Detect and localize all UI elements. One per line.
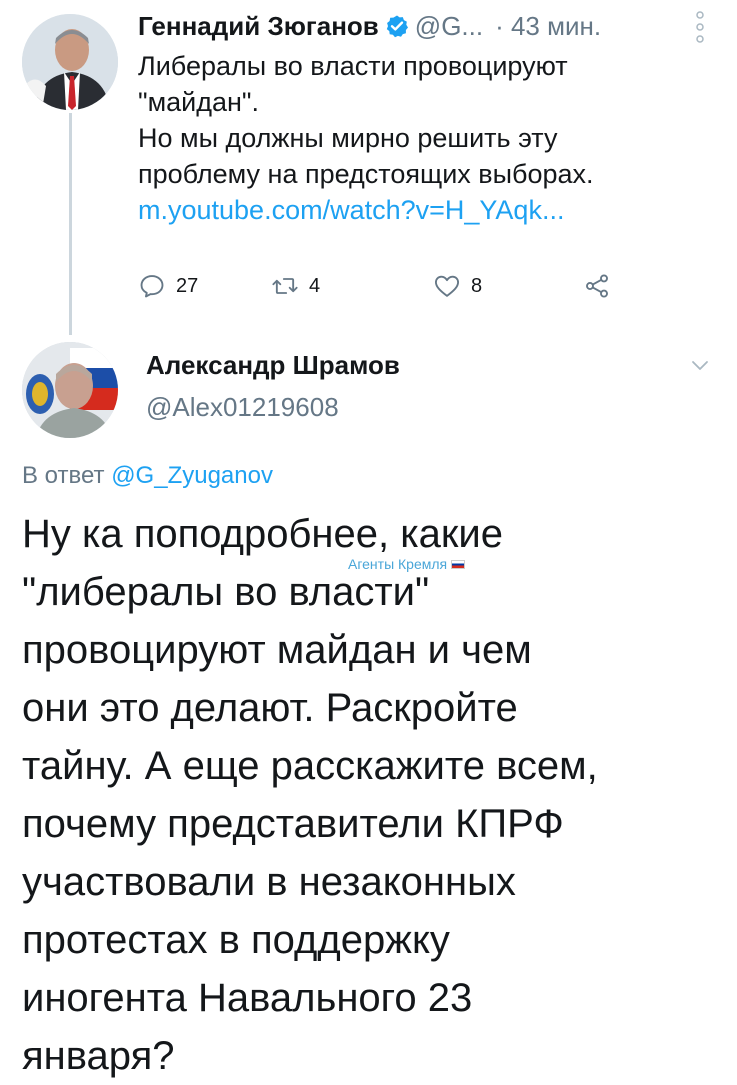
tweet-header: Геннадий Зюганов @G... · 43 мин.	[138, 6, 601, 46]
heart-icon	[434, 275, 460, 297]
tweet-text-line: тайну. А еще расскажите всем,	[22, 744, 598, 788]
tweet-text-line: они это делают. Раскройте	[22, 686, 518, 730]
reply-context: В ответ @G_Zyuganov	[22, 462, 273, 490]
author-handle[interactable]: @G...	[415, 11, 483, 42]
tweet-text-line: Либералы во власти провоцируют	[138, 51, 568, 81]
like-button[interactable]: 8	[433, 268, 482, 304]
chevron-down-icon[interactable]	[689, 354, 711, 376]
share-icon	[586, 274, 608, 298]
avatar-zyuganov-image	[22, 14, 118, 110]
retweet-button[interactable]: 4	[271, 268, 320, 304]
reply-button[interactable]: 27	[138, 268, 198, 304]
author-name[interactable]: Геннадий Зюганов	[138, 11, 379, 42]
watermark-text: Агенты Кремля	[348, 556, 448, 572]
reply-count: 27	[176, 274, 199, 297]
tweet-text-line: иногента Навального 23	[22, 976, 473, 1020]
tweet-body: Ну ка поподробнее, какие "либералы во вл…	[22, 505, 722, 1085]
author-name[interactable]: Александр Шрамов	[146, 350, 400, 381]
avatar-zyuganov[interactable]	[22, 14, 118, 110]
tweet-text-line: протестах в поддержку	[22, 918, 450, 962]
verified-badge-icon	[386, 15, 408, 38]
russian-flag-icon	[451, 559, 466, 569]
youtube-link[interactable]: m.youtube.com/watch?v=H_YAqk...	[138, 192, 698, 228]
tweet-text-line: участвовали в незаконных	[22, 860, 516, 904]
tweet-zyuganov[interactable]: Геннадий Зюганов @G... · 43 мин. Либерал…	[0, 0, 737, 335]
tweet-text-line: проблему на предстоящих выборах.	[138, 159, 594, 189]
reply-prefix: В ответ	[22, 462, 105, 489]
author-handle[interactable]: @Alex01219608	[146, 392, 339, 423]
thread-line	[69, 113, 72, 335]
retweet-count: 4	[309, 274, 321, 297]
tweet-body: Либералы во власти провоцируют "майдан".…	[138, 48, 698, 228]
reply-icon	[140, 275, 164, 298]
tweet-text-line: Ну ка поподробнее, какие	[22, 512, 503, 556]
avatar-shramov-image	[22, 342, 118, 438]
avatar-shramov[interactable]	[22, 342, 118, 438]
tweet-actions: 27 4 8	[138, 268, 618, 304]
tweet-text-line: провоцируют майдан и чем	[22, 628, 532, 672]
more-vertical-icon[interactable]	[694, 10, 706, 44]
like-count: 8	[471, 274, 483, 297]
retweet-icon	[272, 278, 298, 294]
reply-to-handle[interactable]: @G_Zyuganov	[111, 462, 273, 489]
share-button[interactable]	[583, 268, 611, 304]
tweet-text-line: почему представители КПРФ	[22, 802, 564, 846]
watermark: Агенты Кремля	[348, 556, 466, 572]
tweet-text-line: Но мы должны мирно решить эту	[138, 123, 558, 153]
tweet-timestamp[interactable]: · 43 мин.	[495, 11, 601, 42]
tweet-text-line: "майдан".	[138, 87, 260, 117]
tweet-text-line: января?	[22, 1034, 175, 1078]
